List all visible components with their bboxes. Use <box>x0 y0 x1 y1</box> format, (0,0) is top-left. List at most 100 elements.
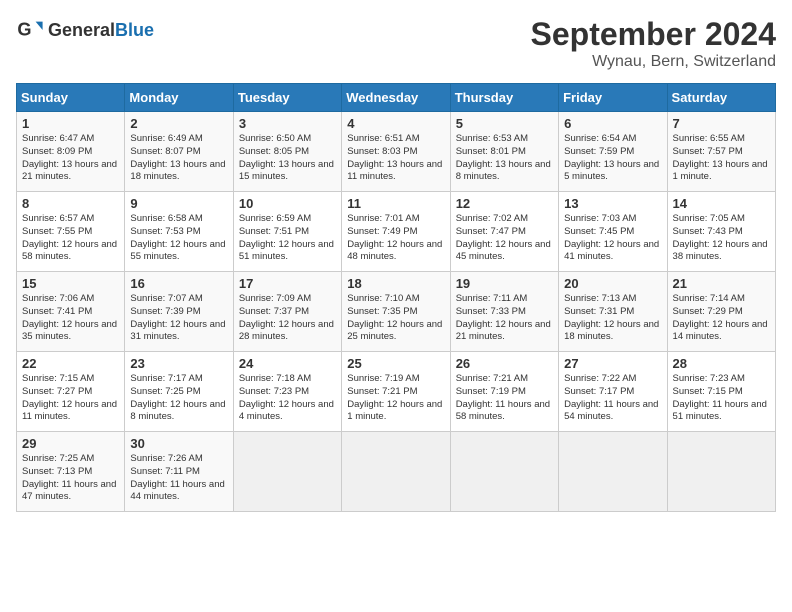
day-info: Sunrise: 7:25 AM Sunset: 7:13 PM Dayligh… <box>22 453 119 504</box>
calendar-cell: 7 Sunrise: 6:55 AM Sunset: 7:57 PM Dayli… <box>667 112 775 192</box>
sunset-text: Sunset: 7:13 PM <box>22 466 92 477</box>
daylight-text: Daylight: 11 hours and 47 minutes. <box>22 479 116 503</box>
sunset-text: Sunset: 7:21 PM <box>347 386 417 397</box>
calendar-cell: 27 Sunrise: 7:22 AM Sunset: 7:17 PM Dayl… <box>559 352 667 432</box>
calendar-cell: 14 Sunrise: 7:05 AM Sunset: 7:43 PM Dayl… <box>667 192 775 272</box>
sunset-text: Sunset: 7:37 PM <box>239 306 309 317</box>
sunrise-text: Sunrise: 6:55 AM <box>673 133 745 144</box>
daylight-text: Daylight: 12 hours and 55 minutes. <box>130 239 225 263</box>
calendar-cell: 8 Sunrise: 6:57 AM Sunset: 7:55 PM Dayli… <box>17 192 125 272</box>
day-number: 30 <box>130 436 227 451</box>
sunset-text: Sunset: 7:29 PM <box>673 306 743 317</box>
sunrise-text: Sunrise: 7:19 AM <box>347 373 419 384</box>
calendar-cell: 24 Sunrise: 7:18 AM Sunset: 7:23 PM Dayl… <box>233 352 341 432</box>
day-number: 1 <box>22 116 119 131</box>
calendar-cell <box>233 432 341 512</box>
sunrise-text: Sunrise: 7:03 AM <box>564 213 636 224</box>
sunrise-text: Sunrise: 6:54 AM <box>564 133 636 144</box>
sunrise-text: Sunrise: 6:53 AM <box>456 133 528 144</box>
daylight-text: Daylight: 12 hours and 1 minute. <box>347 399 442 423</box>
day-number: 10 <box>239 196 336 211</box>
day-number: 8 <box>22 196 119 211</box>
day-number: 6 <box>564 116 661 131</box>
sunrise-text: Sunrise: 6:50 AM <box>239 133 311 144</box>
day-number: 19 <box>456 276 553 291</box>
day-info: Sunrise: 6:55 AM Sunset: 7:57 PM Dayligh… <box>673 133 770 184</box>
day-number: 16 <box>130 276 227 291</box>
day-number: 22 <box>22 356 119 371</box>
calendar-cell: 17 Sunrise: 7:09 AM Sunset: 7:37 PM Dayl… <box>233 272 341 352</box>
sunrise-text: Sunrise: 7:23 AM <box>673 373 745 384</box>
sunset-text: Sunset: 8:07 PM <box>130 146 200 157</box>
daylight-text: Daylight: 12 hours and 4 minutes. <box>239 399 334 423</box>
sunset-text: Sunset: 7:51 PM <box>239 226 309 237</box>
sunset-text: Sunset: 7:57 PM <box>673 146 743 157</box>
sunrise-text: Sunrise: 6:58 AM <box>130 213 202 224</box>
day-info: Sunrise: 6:47 AM Sunset: 8:09 PM Dayligh… <box>22 133 119 184</box>
calendar-table: SundayMondayTuesdayWednesdayThursdayFrid… <box>16 83 776 512</box>
sunrise-text: Sunrise: 7:26 AM <box>130 453 202 464</box>
day-info: Sunrise: 7:18 AM Sunset: 7:23 PM Dayligh… <box>239 373 336 424</box>
sunrise-text: Sunrise: 6:59 AM <box>239 213 311 224</box>
day-number: 9 <box>130 196 227 211</box>
day-info: Sunrise: 6:59 AM Sunset: 7:51 PM Dayligh… <box>239 213 336 264</box>
calendar-cell: 23 Sunrise: 7:17 AM Sunset: 7:25 PM Dayl… <box>125 352 233 432</box>
daylight-text: Daylight: 13 hours and 15 minutes. <box>239 159 334 183</box>
day-info: Sunrise: 7:26 AM Sunset: 7:11 PM Dayligh… <box>130 453 227 504</box>
daylight-text: Daylight: 12 hours and 11 minutes. <box>22 399 117 423</box>
sunrise-text: Sunrise: 7:01 AM <box>347 213 419 224</box>
day-info: Sunrise: 6:57 AM Sunset: 7:55 PM Dayligh… <box>22 213 119 264</box>
calendar-cell: 4 Sunrise: 6:51 AM Sunset: 8:03 PM Dayli… <box>342 112 450 192</box>
sunrise-text: Sunrise: 7:18 AM <box>239 373 311 384</box>
sunrise-text: Sunrise: 7:14 AM <box>673 293 745 304</box>
day-number: 23 <box>130 356 227 371</box>
day-info: Sunrise: 7:05 AM Sunset: 7:43 PM Dayligh… <box>673 213 770 264</box>
col-header-friday: Friday <box>559 84 667 112</box>
daylight-text: Daylight: 12 hours and 48 minutes. <box>347 239 442 263</box>
sunrise-text: Sunrise: 7:17 AM <box>130 373 202 384</box>
day-number: 26 <box>456 356 553 371</box>
logo: G GeneralBlue <box>16 16 154 44</box>
day-info: Sunrise: 7:15 AM Sunset: 7:27 PM Dayligh… <box>22 373 119 424</box>
day-number: 11 <box>347 196 444 211</box>
daylight-text: Daylight: 11 hours and 58 minutes. <box>456 399 550 423</box>
sunrise-text: Sunrise: 7:09 AM <box>239 293 311 304</box>
sunset-text: Sunset: 7:15 PM <box>673 386 743 397</box>
calendar-subtitle: Wynau, Bern, Switzerland <box>531 53 776 71</box>
sunrise-text: Sunrise: 7:10 AM <box>347 293 419 304</box>
svg-text:G: G <box>17 20 31 40</box>
daylight-text: Daylight: 13 hours and 18 minutes. <box>130 159 225 183</box>
daylight-text: Daylight: 12 hours and 14 minutes. <box>673 319 768 343</box>
sunrise-text: Sunrise: 6:51 AM <box>347 133 419 144</box>
daylight-text: Daylight: 13 hours and 11 minutes. <box>347 159 442 183</box>
calendar-cell: 20 Sunrise: 7:13 AM Sunset: 7:31 PM Dayl… <box>559 272 667 352</box>
daylight-text: Daylight: 12 hours and 18 minutes. <box>564 319 659 343</box>
day-number: 13 <box>564 196 661 211</box>
sunset-text: Sunset: 8:09 PM <box>22 146 92 157</box>
daylight-text: Daylight: 13 hours and 21 minutes. <box>22 159 117 183</box>
daylight-text: Daylight: 11 hours and 44 minutes. <box>130 479 224 503</box>
calendar-cell: 2 Sunrise: 6:49 AM Sunset: 8:07 PM Dayli… <box>125 112 233 192</box>
calendar-cell: 30 Sunrise: 7:26 AM Sunset: 7:11 PM Dayl… <box>125 432 233 512</box>
day-info: Sunrise: 7:02 AM Sunset: 7:47 PM Dayligh… <box>456 213 553 264</box>
calendar-cell: 5 Sunrise: 6:53 AM Sunset: 8:01 PM Dayli… <box>450 112 558 192</box>
day-info: Sunrise: 7:06 AM Sunset: 7:41 PM Dayligh… <box>22 293 119 344</box>
day-info: Sunrise: 7:03 AM Sunset: 7:45 PM Dayligh… <box>564 213 661 264</box>
calendar-cell: 9 Sunrise: 6:58 AM Sunset: 7:53 PM Dayli… <box>125 192 233 272</box>
calendar-cell: 22 Sunrise: 7:15 AM Sunset: 7:27 PM Dayl… <box>17 352 125 432</box>
sunset-text: Sunset: 7:47 PM <box>456 226 526 237</box>
logo-blue-text: Blue <box>115 20 154 40</box>
day-info: Sunrise: 7:09 AM Sunset: 7:37 PM Dayligh… <box>239 293 336 344</box>
sunset-text: Sunset: 7:35 PM <box>347 306 417 317</box>
day-number: 3 <box>239 116 336 131</box>
calendar-cell: 12 Sunrise: 7:02 AM Sunset: 7:47 PM Dayl… <box>450 192 558 272</box>
day-info: Sunrise: 7:17 AM Sunset: 7:25 PM Dayligh… <box>130 373 227 424</box>
page-header: G GeneralBlue September 2024 Wynau, Bern… <box>16 16 776 71</box>
daylight-text: Daylight: 12 hours and 41 minutes. <box>564 239 659 263</box>
day-number: 25 <box>347 356 444 371</box>
calendar-cell: 18 Sunrise: 7:10 AM Sunset: 7:35 PM Dayl… <box>342 272 450 352</box>
daylight-text: Daylight: 11 hours and 54 minutes. <box>564 399 658 423</box>
sunset-text: Sunset: 7:45 PM <box>564 226 634 237</box>
calendar-cell: 28 Sunrise: 7:23 AM Sunset: 7:15 PM Dayl… <box>667 352 775 432</box>
sunset-text: Sunset: 7:19 PM <box>456 386 526 397</box>
